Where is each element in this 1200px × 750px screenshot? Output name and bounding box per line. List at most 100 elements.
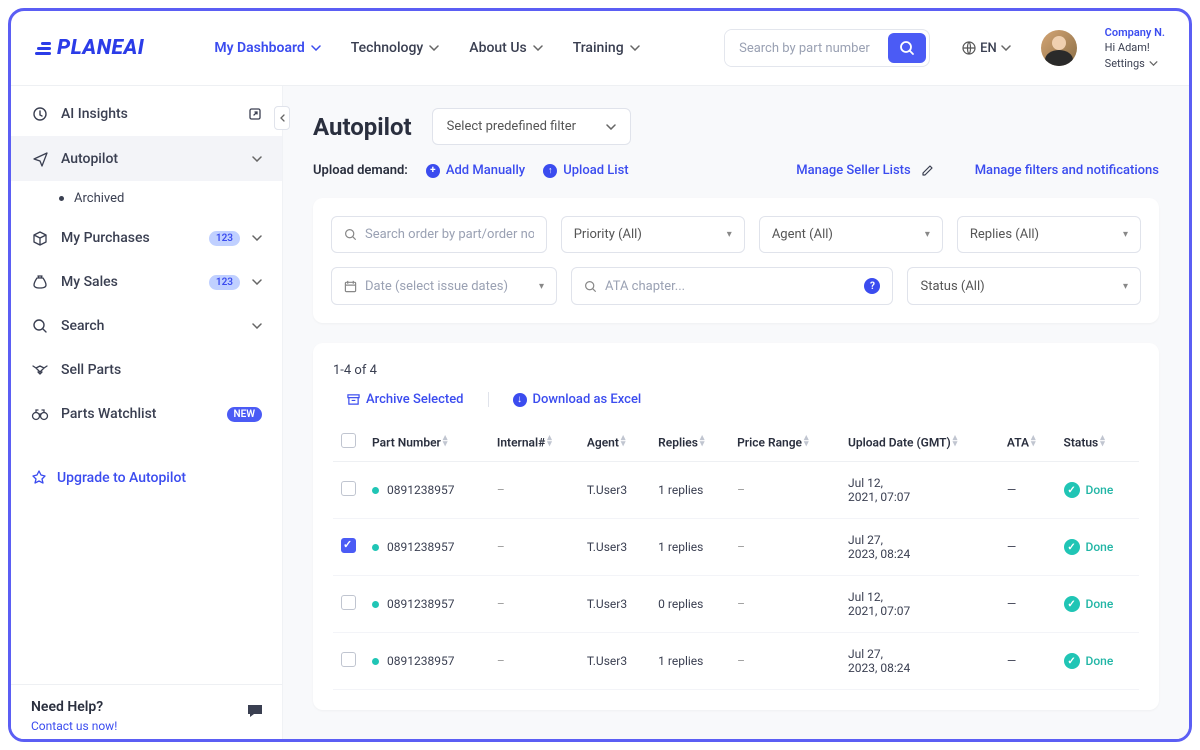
search-order-input[interactable] (331, 216, 547, 253)
ata-cell: — (999, 519, 1056, 576)
row-checkbox[interactable] (341, 538, 356, 553)
chevron-down-icon (1001, 43, 1011, 53)
manage-sellers-button[interactable]: Manage Seller Lists (796, 163, 932, 178)
external-link-icon (248, 107, 262, 121)
row-checkbox[interactable] (341, 595, 356, 610)
sort-icon[interactable]: ▴▾ (1031, 435, 1036, 448)
sidebar-item-sell[interactable]: Sell Parts (11, 348, 282, 392)
sidebar-item-purchases[interactable]: My Purchases 123 (11, 216, 282, 260)
archive-button[interactable]: Archive Selected (347, 392, 464, 407)
search-button[interactable] (888, 33, 926, 63)
replies-cell: 0 replies (650, 576, 729, 633)
agent-select[interactable]: Agent (All) ▾ (759, 216, 943, 253)
page-title: Autopilot (313, 113, 412, 141)
table-row[interactable]: 0891238957 – T.User3 1 replies – Jul 12,… (333, 462, 1139, 519)
sort-icon[interactable]: ▴▾ (547, 435, 552, 448)
ata-input[interactable]: ? (571, 267, 893, 305)
price-cell: – (729, 462, 840, 519)
sort-icon[interactable]: ▴▾ (443, 435, 448, 448)
nav-training[interactable]: Training (573, 40, 640, 56)
col-upload: Upload Date (GMT)▴▾ (840, 423, 999, 462)
agent-cell: T.User3 (579, 576, 650, 633)
greeting: Hi Adam! (1105, 40, 1165, 55)
upload-list-button[interactable]: ↑ Upload List (543, 163, 628, 178)
status-cell: ✓Done (1056, 576, 1139, 633)
box-icon (31, 230, 49, 246)
upload-cell: Jul 27,2023, 08:24 (840, 519, 999, 576)
part-cell: 0891238957 (364, 633, 489, 690)
sort-icon[interactable]: ▴▾ (804, 435, 809, 448)
date-field[interactable] (365, 279, 531, 294)
table-row[interactable]: 0891238957 – T.User3 1 replies – Jul 27,… (333, 633, 1139, 690)
sidebar-item-label: Parts Watchlist (61, 406, 215, 422)
orders-table: Part Number▴▾ Internal#▴▾ Agent▴▾ Replie… (333, 423, 1139, 690)
chevron-down-icon: ▾ (539, 281, 544, 292)
upgrade-link[interactable]: Upgrade to Autopilot (11, 456, 282, 500)
search-field[interactable] (365, 227, 534, 242)
sidebar-item-label: Autopilot (61, 151, 240, 167)
nav-dashboard[interactable]: My Dashboard (214, 40, 320, 56)
sidebar-item-sales[interactable]: My Sales 123 (11, 260, 282, 304)
agent-cell: T.User3 (579, 519, 650, 576)
ata-cell: — (999, 462, 1056, 519)
replies-cell: 1 replies (650, 462, 729, 519)
logo[interactable]: PLANEAI (35, 36, 144, 60)
replies-select[interactable]: Replies (All) ▾ (957, 216, 1141, 253)
select-all-checkbox[interactable] (341, 433, 356, 448)
sidebar-subitem-archived[interactable]: Archived (11, 181, 282, 216)
col-agent: Agent▴▾ (579, 423, 650, 462)
col-replies: Replies▴▾ (650, 423, 729, 462)
table-row[interactable]: 0891238957 – T.User3 0 replies – Jul 12,… (333, 576, 1139, 633)
help-subtitle: Contact us now! (31, 719, 262, 733)
chevron-down-icon (533, 43, 543, 53)
sidebar-item-watchlist[interactable]: Parts Watchlist NEW (11, 392, 282, 436)
col-part: Part Number▴▾ (364, 423, 489, 462)
sort-icon[interactable]: ▴▾ (1100, 435, 1105, 448)
settings-link[interactable]: Settings (1105, 56, 1165, 71)
priority-select[interactable]: Priority (All) ▾ (561, 216, 745, 253)
status-select[interactable]: Status (All) ▾ (907, 267, 1141, 305)
add-manually-button[interactable]: + Add Manually (426, 163, 525, 178)
chevron-down-icon (252, 233, 262, 243)
table-row[interactable]: 0891238957 – T.User3 1 replies – Jul 27,… (333, 519, 1139, 576)
col-price: Price Range▴▾ (729, 423, 840, 462)
row-checkbox[interactable] (341, 481, 356, 496)
filters-card: Priority (All) ▾ Agent (All) ▾ Replies (… (313, 198, 1159, 323)
nav-label: My Dashboard (214, 40, 304, 56)
sort-icon[interactable]: ▴▾ (621, 435, 626, 448)
avatar[interactable] (1041, 30, 1077, 66)
archive-icon (347, 393, 360, 406)
sidebar-item-insights[interactable]: AI Insights (11, 92, 282, 136)
ata-field[interactable] (605, 279, 856, 294)
search-input[interactable] (725, 30, 885, 66)
predefined-filter-select[interactable]: Select predefined filter (432, 108, 631, 145)
search-box (724, 29, 930, 67)
download-button[interactable]: ↓ Download as Excel (513, 392, 642, 407)
status-cell: ✓Done (1056, 519, 1139, 576)
search-icon (584, 280, 597, 293)
search-icon (344, 228, 357, 241)
status-dot-icon (372, 487, 379, 494)
binoculars-icon (31, 407, 49, 421)
date-input[interactable]: ▾ (331, 267, 557, 305)
help-box[interactable]: Need Help? Contact us now! (11, 684, 282, 742)
nav-about[interactable]: About Us (469, 40, 542, 56)
nav-technology[interactable]: Technology (351, 40, 440, 56)
sidebar-item-autopilot[interactable]: Autopilot (11, 136, 282, 181)
help-icon[interactable]: ? (864, 278, 880, 294)
count-badge: 123 (209, 231, 240, 246)
sidebar-collapse-button[interactable] (274, 106, 290, 130)
internal-cell: – (489, 462, 579, 519)
upload-icon: ↑ (543, 164, 557, 178)
sort-icon[interactable]: ▴▾ (953, 435, 958, 448)
chevron-down-icon: ▾ (1123, 281, 1128, 292)
sort-icon[interactable]: ▴▾ (700, 435, 705, 448)
sidebar-item-label: Sell Parts (61, 362, 262, 378)
part-cell: 0891238957 (364, 462, 489, 519)
search-icon (899, 40, 915, 56)
row-checkbox[interactable] (341, 652, 356, 667)
internal-cell: – (489, 633, 579, 690)
manage-filters-button[interactable]: Manage filters and notifications (975, 163, 1159, 178)
sidebar-item-search[interactable]: Search (11, 304, 282, 348)
lang-select[interactable]: EN (962, 41, 1011, 56)
